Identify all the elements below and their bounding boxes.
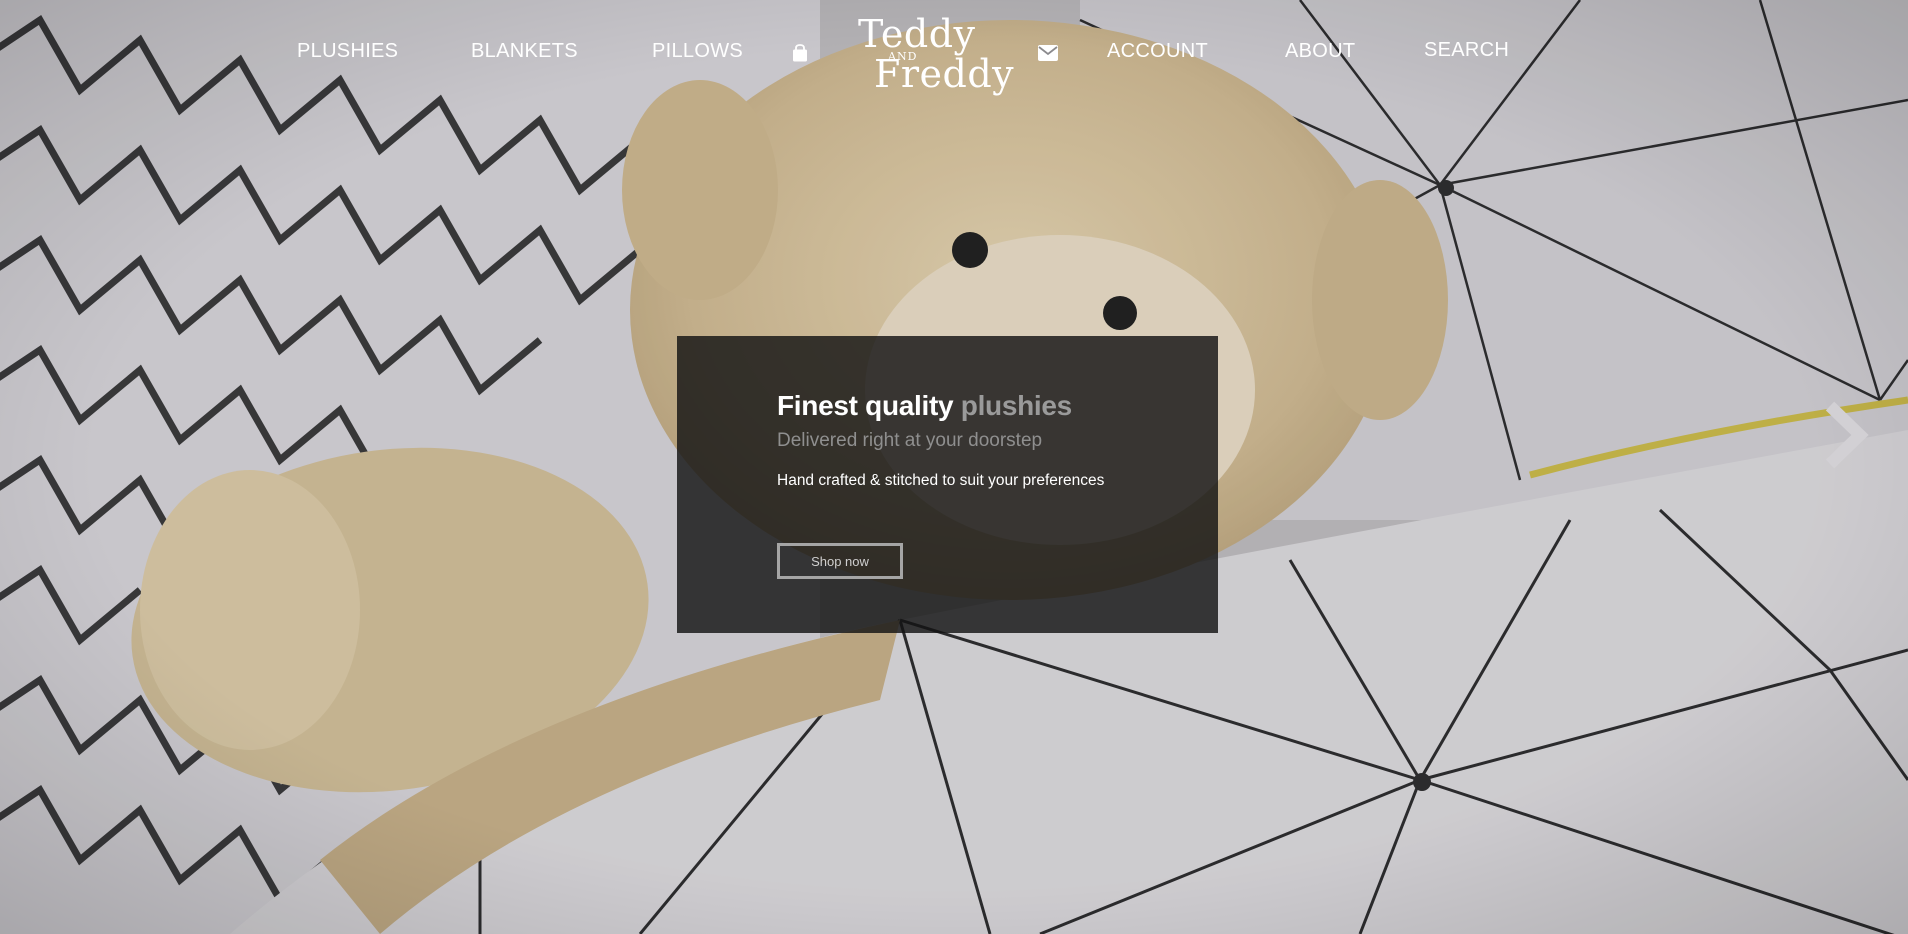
hero-subtitle: Delivered right at your doorstep xyxy=(777,430,1043,451)
nav-link-search[interactable]: SEARCH xyxy=(1424,39,1509,62)
logo-line-3: Freddy xyxy=(874,52,1015,96)
nav-link-account[interactable]: ACCOUNT xyxy=(1107,40,1208,63)
brand-logo[interactable]: Teddy AND Freddy xyxy=(858,12,1014,94)
hero-title: Finest quality plushies xyxy=(777,390,1072,422)
logo-line-1: Teddy xyxy=(858,12,976,56)
nav-link-blankets[interactable]: BLANKETS xyxy=(471,40,578,63)
hero-description: Hand crafted & stitched to suit your pre… xyxy=(777,472,1105,489)
chevron-right-icon[interactable] xyxy=(1820,400,1870,470)
shop-now-button[interactable]: Shop now xyxy=(777,543,903,579)
shopping-bag-icon[interactable] xyxy=(790,43,810,63)
envelope-icon[interactable] xyxy=(1038,45,1058,65)
hero-title-main: Finest quality xyxy=(777,390,954,421)
hero-caption-box: Finest quality plushies Delivered right … xyxy=(677,336,1218,633)
main-navigation: PLUSHIES BLANKETS PILLOWS Teddy AND Fred… xyxy=(0,0,1908,110)
nav-link-pillows[interactable]: PILLOWS xyxy=(652,40,743,63)
hero-title-accent: plushies xyxy=(960,390,1072,421)
nav-link-plushies[interactable]: PLUSHIES xyxy=(297,40,398,63)
hero-slider: PLUSHIES BLANKETS PILLOWS Teddy AND Fred… xyxy=(0,0,1908,934)
nav-link-about[interactable]: ABOUT xyxy=(1285,40,1355,63)
